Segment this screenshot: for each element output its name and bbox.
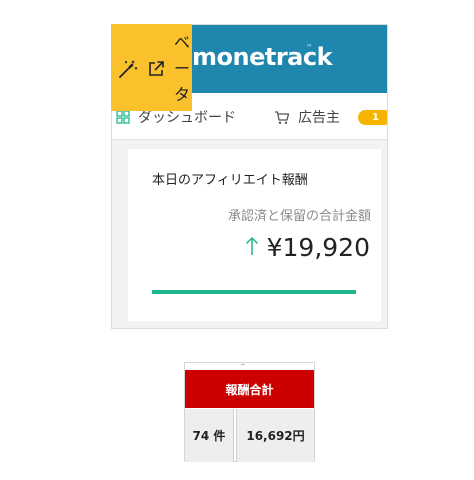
reward-progress-bar xyxy=(152,290,356,294)
reward-amount: ¥19,920 xyxy=(266,233,370,262)
table-top-mark xyxy=(241,361,245,365)
reward-progress-fill xyxy=(152,290,356,294)
card-title: 本日のアフィリエイト報酬 xyxy=(152,173,308,188)
beta-char: ベ xyxy=(174,33,191,52)
reward-total-table: 報酬合計 74 件 16,692円 xyxy=(184,362,315,462)
beta-char: ー xyxy=(174,59,191,78)
beta-char: タ xyxy=(174,85,191,104)
nav-advertiser-label: 広告主 xyxy=(298,110,340,126)
nav-item-advertiser[interactable]: 広告主 xyxy=(274,107,340,127)
cart-icon xyxy=(275,110,290,124)
magic-wand-icon[interactable] xyxy=(118,59,138,79)
external-link-icon[interactable] xyxy=(147,60,165,78)
reward-count-cell: 74 件 xyxy=(185,409,234,462)
trademark-mark: ™ xyxy=(306,44,312,51)
card-amount-row: ¥19,920 xyxy=(245,233,370,262)
notification-badge: 1 xyxy=(358,110,387,125)
dashboard-icon xyxy=(116,110,130,124)
card-subtitle: 承認済と保留の合計金額 xyxy=(227,209,371,224)
table-header: 報酬合計 xyxy=(185,370,314,408)
reward-amount-cell: 16,692円 xyxy=(236,409,314,462)
beta-toolbar: ベ ー タ xyxy=(111,24,192,111)
arrow-up-icon xyxy=(245,236,258,255)
beta-label: ベ ー タ xyxy=(174,30,191,108)
affiliate-reward-card: 本日のアフィリエイト報酬 承認済と保留の合計金額 ¥19,920 xyxy=(128,149,381,321)
